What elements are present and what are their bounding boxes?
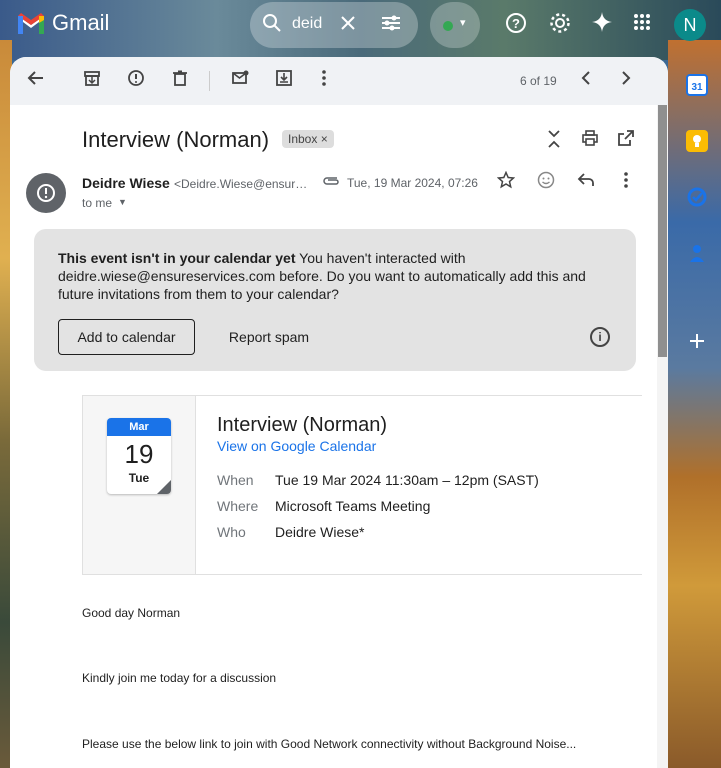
move-to-icon[interactable] [272,69,296,93]
sender-email: <Deidre.Wiese@ensureservices.com> [174,177,310,191]
event-date-column: Mar 19 Tue [83,396,196,574]
event-month: Mar [107,418,171,436]
search-bar[interactable] [250,2,418,48]
event-invitation-card: Mar 19 Tue Interview (Norman) View on Go… [82,395,642,575]
search-icon[interactable] [262,13,282,39]
search-input[interactable] [292,15,328,33]
event-when-label: When [217,472,254,488]
event-title: Interview (Norman) [217,414,388,436]
status-selector[interactable]: ▾ [430,2,480,48]
email-body-line: Kindly join me today for a discussion [82,671,277,685]
recipients-chevron-down-icon[interactable]: ▼ [118,197,127,207]
print-icon[interactable] [578,129,602,153]
email-toolbar: 6 of 19 [10,57,668,105]
apps-grid-icon[interactable] [630,12,654,36]
event-who-label: Who [217,524,246,540]
notice-title: This event isn't in your calendar yet [58,250,296,266]
contacts-app-icon[interactable] [686,242,708,264]
archive-icon[interactable] [80,69,104,93]
remove-label-icon[interactable]: × [321,132,328,146]
help-icon[interactable]: ? [504,12,528,36]
keep-app-icon[interactable] [686,130,708,152]
more-options-icon[interactable] [312,69,336,93]
sender-name[interactable]: Deidre Wiese [82,175,170,191]
scrollbar-thumb[interactable] [658,105,667,357]
app-name: Gmail [52,10,110,35]
email-body-line: Please use the below link to join with G… [82,737,577,751]
calendar-app-icon[interactable]: 31 [686,74,708,96]
report-spam-button[interactable]: Report spam [215,319,323,355]
gemini-sparkle-icon[interactable] [590,12,614,36]
calendar-notice-banner: This event isn't in your calendar yet Yo… [34,229,636,371]
event-where-label: Where [217,498,259,514]
status-active-icon [443,21,453,31]
calendar-date-icon: Mar 19 Tue [107,418,171,494]
star-icon[interactable] [494,170,518,195]
back-arrow-icon[interactable] [24,69,48,93]
gmail-m-icon [18,13,44,34]
email-subject: Interview (Norman) [82,127,270,152]
add-to-calendar-button[interactable]: Add to calendar [58,319,195,355]
older-chevron-right-icon[interactable] [614,69,638,93]
top-bar: Gmail ▾ ? N [0,0,721,50]
pager-count: 6 of 19 [520,74,557,88]
chevron-down-icon: ▾ [460,17,466,29]
more-message-options-icon[interactable] [614,171,638,195]
toolbar-divider [209,71,210,91]
inbox-label-text: Inbox [288,132,318,146]
email-body-line: Good day Norman [82,606,181,620]
clear-search-icon[interactable] [338,13,358,39]
reply-icon[interactable] [574,171,598,195]
search-options-icon[interactable] [380,13,402,39]
email-date: Tue, 19 Mar 2024, 07:26 [347,176,478,190]
report-spam-icon[interactable] [124,69,148,93]
info-icon[interactable]: i [590,327,610,347]
event-when-value: Tue 19 Mar 2024 11:30am – 12pm (SAST) [275,472,539,488]
tasks-app-icon[interactable] [686,186,708,208]
calendar-page-fold [157,480,171,494]
account-avatar[interactable]: N [674,9,706,41]
mark-unread-icon[interactable] [228,69,252,93]
emoji-react-icon[interactable] [534,171,558,195]
notice-message: This event isn't in your calendar yet Yo… [58,249,618,303]
collapse-all-icon[interactable] [542,129,566,153]
sender-avatar[interactable] [26,173,66,213]
event-who-value: Deidre Wiese* [275,524,365,540]
open-new-window-icon[interactable] [614,129,638,153]
view-on-google-calendar-link[interactable]: View on Google Calendar [217,438,376,454]
svg-text:31: 31 [691,82,703,93]
add-app-icon[interactable] [686,330,708,352]
delete-icon[interactable] [168,69,192,93]
settings-gear-icon[interactable] [548,12,572,36]
inbox-label-badge[interactable]: Inbox × [282,130,334,148]
newer-chevron-left-icon[interactable] [574,69,598,93]
svg-text:?: ? [512,16,520,31]
attachment-paperclip-icon [322,173,340,189]
recipients-summary[interactable]: to me [82,196,112,210]
email-view-panel: 6 of 19 Interview (Norman) Inbox × Deidr… [10,57,668,768]
gmail-logo[interactable]: Gmail [16,10,109,36]
event-day: 19 [124,439,154,469]
event-where-value: Microsoft Teams Meeting [275,498,431,514]
